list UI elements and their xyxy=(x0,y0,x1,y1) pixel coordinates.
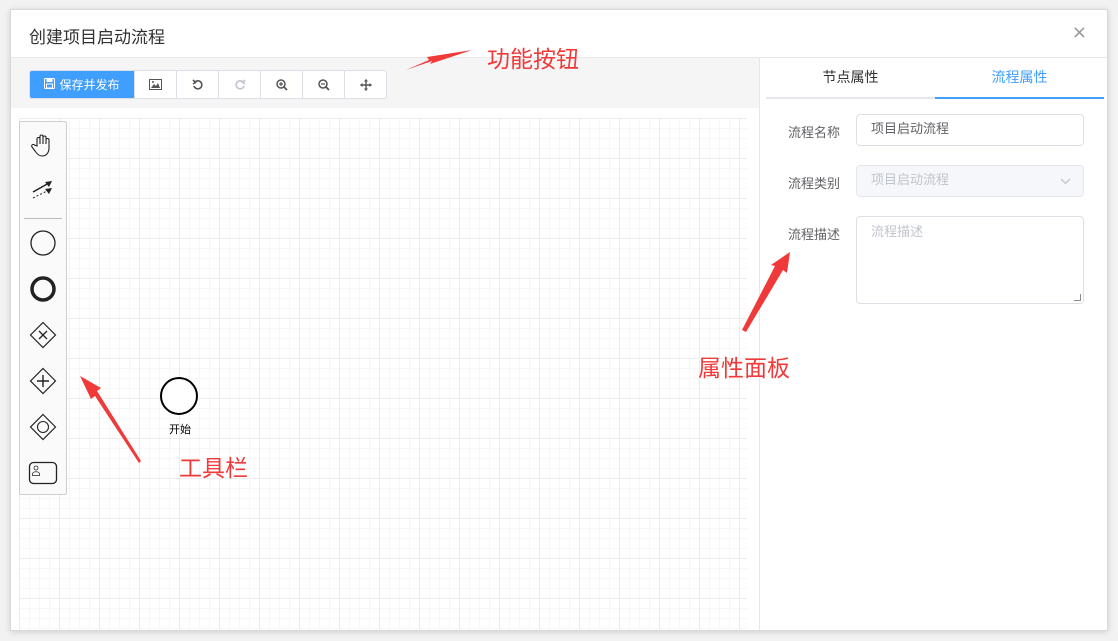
exclusive-gateway-icon xyxy=(29,321,57,349)
hand-tool-icon xyxy=(31,134,50,157)
save-and-publish-label: 保存并发布 xyxy=(59,78,120,92)
save-and-publish-button[interactable]: 保存并发布 xyxy=(30,71,134,98)
button-group: 保存并发布 xyxy=(29,70,387,99)
redo-icon xyxy=(234,78,246,90)
process-type-value: 项目启动流程 xyxy=(871,173,950,188)
create-inclusive-gateway[interactable] xyxy=(28,412,58,442)
process-editor: 保存并发布 开始 xyxy=(11,58,759,630)
chevron-down-icon xyxy=(1060,166,1071,208)
tool-palette xyxy=(19,121,67,495)
start-event-icon xyxy=(30,230,56,256)
end-event-icon xyxy=(30,276,56,302)
export-image-button[interactable] xyxy=(134,71,176,98)
zoom-out-button[interactable] xyxy=(302,71,344,98)
fit-view-button[interactable] xyxy=(344,71,386,98)
close-icon[interactable]: × xyxy=(1072,22,1087,43)
create-parallel-gateway[interactable] xyxy=(28,366,58,396)
save-icon xyxy=(44,77,56,92)
start-event-label: 开始 xyxy=(169,423,191,436)
annotation-properties-panel: 属性面板 xyxy=(698,356,790,382)
parallel-gateway-icon xyxy=(29,367,57,395)
redo-button[interactable] xyxy=(218,71,260,98)
diagram-canvas[interactable] xyxy=(19,118,747,630)
hand-tool[interactable] xyxy=(28,130,58,160)
undo-icon xyxy=(191,78,203,90)
user-task-icon xyxy=(28,461,58,485)
move-icon xyxy=(359,78,372,91)
tab-process-properties[interactable]: 流程属性 xyxy=(935,58,1104,99)
dialog-title: 创建项目启动流程 xyxy=(29,28,165,48)
properties-panel: 节点属性 流程属性 流程名称 项目启动流程 流程类别 项目启动流程 流程描述 流… xyxy=(759,58,1107,630)
process-type-select[interactable]: 项目启动流程 xyxy=(856,165,1084,197)
connect-tool-icon xyxy=(32,181,52,199)
create-end-event[interactable] xyxy=(28,274,58,304)
panel-tabs: 节点属性 流程属性 xyxy=(766,58,1104,99)
zoom-in-icon xyxy=(275,78,288,91)
function-button-bar: 保存并发布 xyxy=(11,58,759,108)
inclusive-gateway-icon xyxy=(29,413,57,441)
resize-handle-icon[interactable] xyxy=(1074,294,1081,301)
create-user-task[interactable] xyxy=(28,458,58,488)
tab-node-properties[interactable]: 节点属性 xyxy=(766,58,935,97)
process-type-label: 流程类别 xyxy=(788,177,841,192)
process-desc-label: 流程描述 xyxy=(788,228,841,243)
palette-divider xyxy=(24,218,62,219)
zoom-out-icon xyxy=(317,78,330,91)
create-process-dialog: 创建项目启动流程 × 保存并发布 开始 节点属性 流程属性 流程名称 项目启动流… xyxy=(10,9,1108,631)
process-desc-textarea[interactable]: 流程描述 xyxy=(856,216,1084,304)
process-name-input[interactable]: 项目启动流程 xyxy=(856,114,1084,146)
start-event-shape[interactable] xyxy=(159,376,199,416)
annotation-toolbar: 工具栏 xyxy=(179,456,248,482)
create-exclusive-gateway[interactable] xyxy=(28,320,58,350)
global-connect-tool[interactable] xyxy=(28,174,58,204)
image-icon xyxy=(149,79,162,90)
create-start-event[interactable] xyxy=(28,228,58,258)
process-name-label: 流程名称 xyxy=(788,126,841,141)
process-desc-placeholder: 流程描述 xyxy=(871,225,924,240)
annotation-function-buttons: 功能按钮 xyxy=(487,47,579,73)
zoom-in-button[interactable] xyxy=(260,71,302,98)
undo-button[interactable] xyxy=(176,71,218,98)
